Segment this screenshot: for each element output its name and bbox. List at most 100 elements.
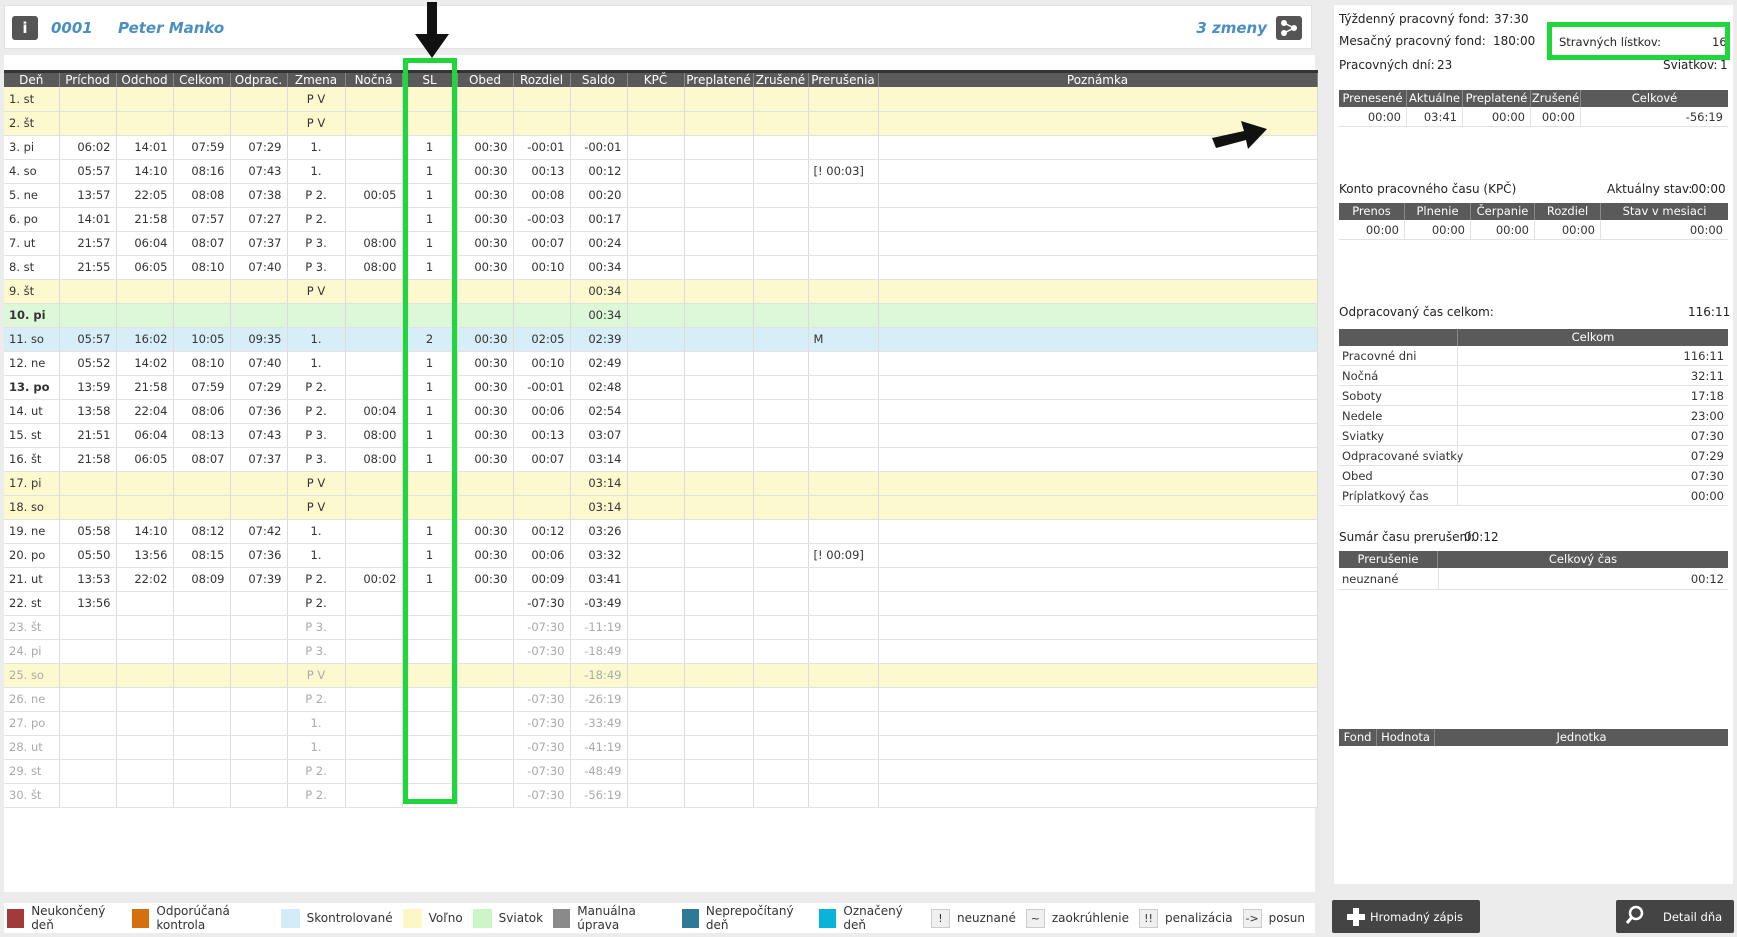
- table-row[interactable]: 18. so P V 03:14: [4, 495, 1318, 520]
- table-cell: 00:13: [513, 159, 571, 184]
- table-row[interactable]: 25. so P V -18:49: [4, 663, 1318, 688]
- table-row[interactable]: 6. po 14:01 21:58 07:57 07:27 P 2. 1 00:30 -00:0…: [4, 207, 1318, 232]
- table-cell: [230, 279, 288, 304]
- col-jednotka: Jednotka: [1556, 730, 1607, 744]
- table-cell: [684, 519, 754, 544]
- table-cell: 00:10: [513, 255, 571, 280]
- table-cell: 2. št: [4, 111, 60, 136]
- table-cell: 00:30: [457, 543, 514, 568]
- table-cell: 03:41: [570, 567, 628, 592]
- table-cell: [345, 687, 403, 712]
- table-row[interactable]: 11. so 05:57 16:02 10:05 09:35 1. 2 00:30 02:05 0…: [4, 327, 1318, 352]
- table-row[interactable]: 1. st P V: [4, 87, 1318, 112]
- balance-grid-row: 00:00 03:41 00:00 00:00 -56:19: [1339, 107, 1728, 127]
- down-arrow-annotation: [415, 2, 449, 61]
- table-cell: [513, 495, 571, 520]
- table-row[interactable]: 17. pi P V 03:14: [4, 471, 1318, 496]
- table-cell: [457, 303, 514, 328]
- table-row[interactable]: 19. ne 05:58 14:10 08:12 07:42 1. 1 00:30 00:12 0…: [4, 519, 1318, 544]
- table-cell: 07:40: [230, 351, 288, 376]
- table-cell: [753, 615, 809, 640]
- table-cell: 00:12: [513, 519, 571, 544]
- table-row[interactable]: 16. št 21:58 06:05 08:07 07:37 P 3. 08:00 1 00:3…: [4, 447, 1318, 472]
- table-row[interactable]: 12. ne 05:52 14:02 08:10 07:40 1. 1 00:30 00:10 0…: [4, 351, 1318, 376]
- col-header[interactable]: Odchod: [116, 70, 174, 87]
- col-header[interactable]: Prerušenia: [808, 70, 879, 87]
- table-cell: 15. st: [4, 423, 60, 448]
- col-header[interactable]: Deň: [4, 70, 60, 87]
- col-header[interactable]: Saldo: [570, 70, 628, 87]
- table-row[interactable]: 15. st 21:51 06:04 08:13 07:43 P 3. 08:00 1 00:3…: [4, 423, 1318, 448]
- table-cell: [627, 759, 685, 784]
- table-row[interactable]: 29. st P 2. -07:30 -48:49: [4, 759, 1318, 784]
- table-cell: [116, 591, 174, 616]
- table-cell: [684, 351, 754, 376]
- table-cell: [116, 735, 174, 760]
- table-row[interactable]: 27. po 1. -07:30 -33:49: [4, 711, 1318, 736]
- table-cell: [684, 399, 754, 424]
- table-cell: [808, 591, 879, 616]
- table-row[interactable]: 10. pi 00:34: [4, 303, 1318, 328]
- table-cell: P 3.: [287, 447, 346, 472]
- table-cell: 22. st: [4, 591, 60, 616]
- day-detail-button[interactable]: Detail dňa: [1616, 900, 1734, 933]
- col-header[interactable]: Odprac.: [230, 70, 288, 87]
- table-cell: [457, 711, 514, 736]
- table-cell: [684, 111, 754, 136]
- col-header[interactable]: Poznámka: [878, 70, 1318, 87]
- table-cell: [627, 111, 685, 136]
- table-row[interactable]: 22. st 13:56 P 2. -07:30 -03:49: [4, 591, 1318, 616]
- person-icon[interactable]: i: [12, 16, 38, 40]
- table-row[interactable]: 23. št P 3. -07:30 -11:19: [4, 615, 1318, 640]
- table-cell: [684, 711, 754, 736]
- table-cell: 08:12: [173, 519, 231, 544]
- col-header[interactable]: Preplatené: [684, 70, 754, 87]
- table-cell: [808, 351, 879, 376]
- col-header[interactable]: Celkom: [173, 70, 231, 87]
- table-row[interactable]: 21. ut 13:53 22:02 08:09 07:39 P 2. 00:02 1 00:3…: [4, 567, 1318, 592]
- col-header[interactable]: Rozdiel: [513, 70, 571, 87]
- table-cell: 02:54: [570, 399, 628, 424]
- col-header[interactable]: Zmena: [287, 70, 346, 87]
- table-row[interactable]: 4. so 05:57 14:10 08:16 07:43 1. 1 00:30 00:13 00…: [4, 159, 1318, 184]
- table-row[interactable]: 3. pi 06:02 14:01 07:59 07:29 1. 1 00:30 -00:01-…: [4, 135, 1318, 160]
- table-cell: 08:07: [173, 447, 231, 472]
- legend-item: Označený deň: [819, 904, 921, 932]
- worked-grid-header: Celkom: [1339, 329, 1728, 346]
- table-cell: P 3.: [287, 639, 346, 664]
- bulk-entry-button[interactable]: Hromadný zápis: [1332, 900, 1480, 933]
- table-cell: [878, 615, 1318, 640]
- table-row[interactable]: 14. ut 13:58 22:04 08:06 07:36 P 2. 00:04 1 00:3…: [4, 399, 1318, 424]
- legend-symbol-item: !! penalizácia: [1139, 908, 1233, 928]
- legend-swatch: [819, 908, 837, 928]
- table-cell: 00:10: [513, 351, 571, 376]
- table-row[interactable]: 7. ut 21:57 06:04 08:07 07:37 P 3. 08:00 1 00:30…: [4, 231, 1318, 256]
- col-header[interactable]: Príchod: [59, 70, 117, 87]
- table-row[interactable]: 2. št P V: [4, 111, 1318, 136]
- table-row[interactable]: 5. ne 13:57 22:05 08:08 07:38 P 2. 00:05 1 00:30…: [4, 183, 1318, 208]
- table-cell: [627, 663, 685, 688]
- table-row[interactable]: 13. po 13:59 21:58 07:59 07:29 P 2. 1 00:30 -00:…: [4, 375, 1318, 400]
- table-cell: [345, 135, 403, 160]
- table-cell: 27. po: [4, 711, 60, 736]
- table-cell: [345, 87, 403, 112]
- table-row[interactable]: 24. pi P 3. -07:30 -18:49: [4, 639, 1318, 664]
- table-row[interactable]: 26. ne P 2. -07:30 -26:19: [4, 687, 1318, 712]
- table-row[interactable]: 28. ut 1. -07:30 -41:19: [4, 735, 1318, 760]
- table-row[interactable]: 9. št P V 00:34: [4, 279, 1318, 304]
- table-cell: [230, 471, 288, 496]
- table-cell: [627, 471, 685, 496]
- col-header[interactable]: Obed: [457, 70, 514, 87]
- shift-diagram-icon[interactable]: [1276, 16, 1302, 40]
- table-cell: P 2.: [287, 399, 346, 424]
- col-header[interactable]: Nočná: [345, 70, 403, 87]
- col-cerpanie: Čerpanie: [1471, 203, 1535, 220]
- col-header[interactable]: Zrušené: [753, 70, 809, 87]
- table-row[interactable]: 8. st 21:55 06:05 08:10 07:40 P 3. 08:00 1 00:30…: [4, 255, 1318, 280]
- table-cell: -00:01: [513, 375, 571, 400]
- table-row[interactable]: 20. po 05:50 13:56 08:15 07:36 1. 1 00:30 00:06 0…: [4, 543, 1318, 568]
- table-cell: [457, 279, 514, 304]
- col-header[interactable]: KPČ: [627, 70, 685, 87]
- table-row[interactable]: 30. št P 2. -07:30 -56:19: [4, 783, 1318, 808]
- worked-row: Nočná 32:11: [1339, 366, 1728, 386]
